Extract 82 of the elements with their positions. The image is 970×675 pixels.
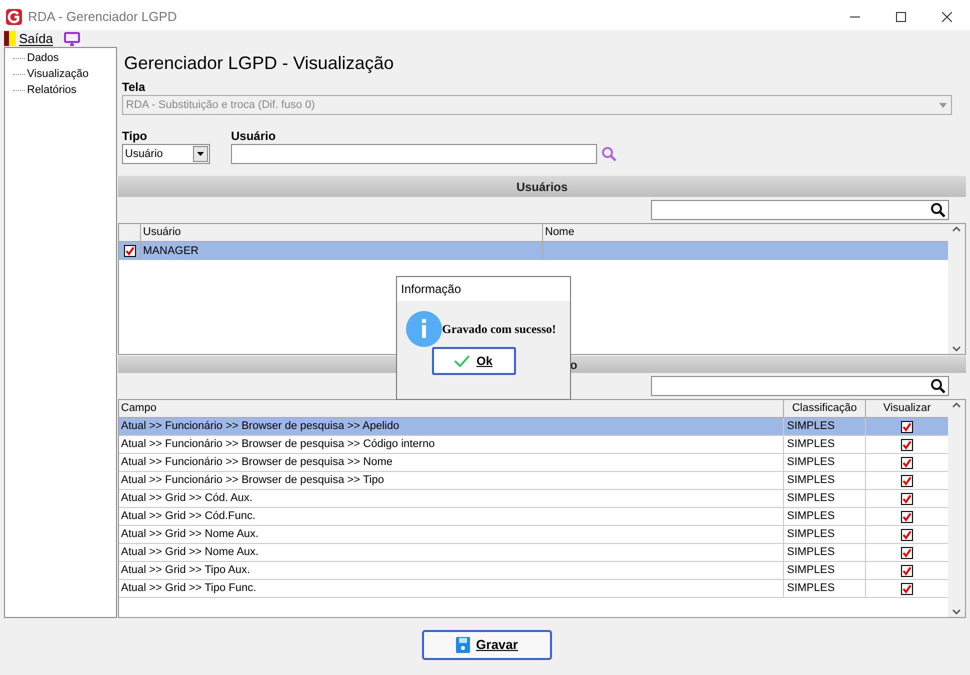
column-header[interactable]: Usuário: [141, 224, 543, 241]
user-input-field[interactable]: [231, 144, 597, 164]
table-row[interactable]: MANAGER: [119, 242, 948, 260]
scrollbar[interactable]: [948, 224, 965, 354]
table-cell: SIMPLES: [784, 454, 866, 471]
table-cell: Atual >> Funcionário >> Browser de pesquisa >> Tipo: [119, 472, 784, 489]
checkbox[interactable]: [901, 420, 913, 432]
table-cell: SIMPLES: [784, 418, 866, 435]
search-icon[interactable]: [930, 378, 946, 394]
table-row[interactable]: Atual >> Funcionário >> Browser de pesquisa >> Apelido SIMPLES: [119, 418, 948, 436]
page-heading: Gerenciador LGPD - Visualização: [124, 52, 394, 75]
table-cell: Atual >> Grid >> Cód.Func.: [119, 508, 784, 525]
close-icon: [942, 12, 952, 22]
table-cell: SIMPLES: [784, 526, 866, 543]
table-cell: SIMPLES: [784, 472, 866, 489]
table-row[interactable]: Atual >> Grid >> Tipo Aux. SIMPLES: [119, 562, 948, 580]
scroll-down-icon[interactable]: [952, 609, 961, 615]
table-row[interactable]: Atual >> Grid >> Nome Aux. SIMPLES: [119, 526, 948, 544]
tree-item[interactable]: Dados: [27, 50, 59, 66]
table-cell: SIMPLES: [784, 580, 866, 597]
column-header[interactable]: Nome: [543, 224, 948, 241]
checkbox[interactable]: [124, 245, 136, 257]
tree-item[interactable]: Visualização: [27, 66, 89, 82]
search-icon[interactable]: [930, 202, 946, 218]
checkmark-icon: [454, 355, 470, 367]
window-title: RDA - Gerenciador LGPD: [28, 8, 177, 26]
table-row[interactable]: Atual >> Grid >> Nome Aux. SIMPLES: [119, 544, 948, 562]
caret-icon: [197, 152, 204, 156]
dialog-message: Gravado com sucesso!: [442, 321, 556, 338]
table-cell: Atual >> Grid >> Tipo Aux.: [119, 562, 784, 579]
type-dropdown[interactable]: Usuário: [122, 144, 210, 164]
info-icon: [406, 311, 442, 347]
section-title: Usuários: [516, 178, 568, 196]
column-header[interactable]: Visualizar: [866, 400, 948, 417]
checkbox[interactable]: [901, 456, 913, 468]
checkbox[interactable]: [901, 474, 913, 486]
table-cell: Atual >> Grid >> Nome Aux.: [119, 526, 784, 543]
table-row[interactable]: Atual >> Funcionário >> Browser de pesquisa >> Nome SIMPLES: [119, 454, 948, 472]
field-label: Tipo: [122, 129, 148, 144]
monitor-icon[interactable]: [64, 32, 80, 46]
scroll-up-icon[interactable]: [952, 402, 961, 408]
checkbox[interactable]: [901, 564, 913, 576]
search-field[interactable]: [651, 376, 949, 396]
dialog-title: Informação: [401, 281, 462, 298]
table-cell: Atual >> Funcionário >> Browser de pesquisa >> Apelido: [119, 418, 784, 435]
table-row[interactable]: Atual >> Grid >> Cód.Func. SIMPLES: [119, 508, 948, 526]
checkbox[interactable]: [901, 492, 913, 504]
column-header[interactable]: Classificação: [784, 400, 866, 417]
table-row[interactable]: Atual >> Grid >> Tipo Func. SIMPLES: [119, 580, 948, 598]
checkbox[interactable]: [901, 528, 913, 540]
app-logo-icon: [6, 8, 22, 24]
table-row[interactable]: Atual >> Funcionário >> Browser de pesquisa >> Tipo SIMPLES: [119, 472, 948, 490]
table-cell: Atual >> Funcionário >> Browser de pesquisa >> Nome: [119, 454, 784, 471]
checkbox[interactable]: [901, 546, 913, 558]
table-cell: MANAGER: [141, 242, 543, 260]
field-label: Tela: [122, 80, 146, 95]
caret-icon: [939, 102, 947, 108]
maximize-icon: [896, 12, 906, 22]
scroll-up-icon[interactable]: [952, 226, 961, 232]
table-cell: Atual >> Grid >> Nome Aux.: [119, 544, 784, 561]
table-cell: SIMPLES: [784, 436, 866, 453]
search-field[interactable]: [651, 200, 949, 220]
checkbox[interactable]: [901, 438, 913, 450]
exit-button[interactable]: Saída: [19, 28, 53, 48]
table-cell: Atual >> Grid >> Tipo Func.: [119, 580, 784, 597]
tree-item[interactable]: Relatórios: [27, 82, 77, 98]
checkbox[interactable]: [901, 510, 913, 522]
ok-button[interactable]: Ok: [432, 347, 516, 375]
door-icon[interactable]: [4, 31, 16, 46]
checkbox[interactable]: [901, 582, 913, 594]
scroll-down-icon[interactable]: [952, 346, 961, 352]
field-label: Usuário: [231, 129, 277, 144]
table-row[interactable]: Atual >> Funcionário >> Browser de pesquisa >> Código interno SIMPLES: [119, 436, 948, 454]
table-cell: Atual >> Funcionário >> Browser de pesquisa >> Código interno: [119, 436, 784, 453]
save-button[interactable]: Gravar: [422, 630, 552, 660]
table-cell: SIMPLES: [784, 490, 866, 507]
scrollbar[interactable]: [948, 400, 965, 617]
table-cell: SIMPLES: [784, 544, 866, 561]
table-row[interactable]: Atual >> Grid >> Cód. Aux. SIMPLES: [119, 490, 948, 508]
table-cell: SIMPLES: [784, 508, 866, 525]
table-cell: SIMPLES: [784, 562, 866, 579]
table-cell: Atual >> Grid >> Cód. Aux.: [119, 490, 784, 507]
